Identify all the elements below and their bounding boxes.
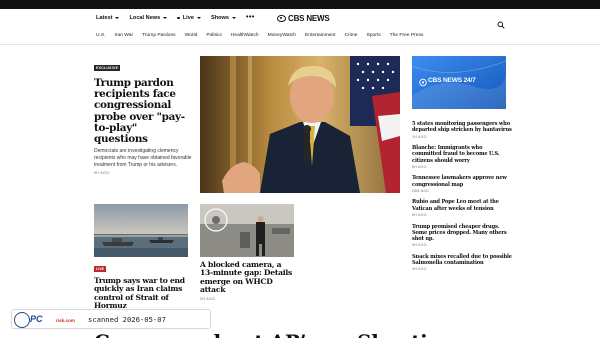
card-image[interactable] <box>200 204 294 257</box>
magnifier-icon <box>14 312 30 328</box>
subnav-moneywatch[interactable]: MoneyWatch <box>268 33 296 38</box>
subnav-sports[interactable]: Sports <box>367 33 381 38</box>
side-story-time: 25M AGO <box>412 188 430 193</box>
subnav-trump-pardons[interactable]: Trump Pardons <box>142 33 176 38</box>
top-black-bar <box>0 0 600 9</box>
chevron-down-icon <box>115 17 120 19</box>
nav-shows-label: Shows <box>210 15 229 21</box>
hero-photo <box>200 56 400 193</box>
side-story-title[interactable]: Tennessee lawmakers approve new congress… <box>412 175 512 187</box>
lead-headline[interactable]: Trump pardon recipients face congression… <box>94 77 194 145</box>
exclusive-badge: EXCLUSIVE <box>94 65 121 71</box>
header-divider <box>0 44 600 45</box>
list-item[interactable]: Trump promised cheaper drugs. Some price… <box>412 224 512 248</box>
logo-text: CBS NEWS <box>288 14 330 23</box>
topic-subnav: U.S. Iran War Trump Pardons World Politi… <box>96 33 423 38</box>
side-story-title[interactable]: Blanche: Immigrants who committed fraud … <box>412 145 512 164</box>
list-item[interactable]: Snack mixes recalled due to possible Sal… <box>412 254 512 272</box>
lead-story[interactable]: EXCLUSIVE Trump pardon recipients face c… <box>94 56 194 175</box>
ad-label: CBS NEWS 24/7 <box>428 77 476 84</box>
pcrisk-logo: PC <box>30 314 43 324</box>
nav-latest-label: Latest <box>96 15 113 21</box>
main-nav: Latest Local News Live Shows ••• <box>96 14 255 21</box>
subnav-healthwatch[interactable]: HealthWatch <box>231 33 259 38</box>
lead-timestamp: 9H AGO <box>94 171 110 176</box>
whcd-security-photo <box>200 204 294 257</box>
search-icon <box>497 21 505 29</box>
side-story-time: 5H AGO <box>412 164 427 169</box>
subnav-us[interactable]: U.S. <box>96 33 106 38</box>
story-card-iran-war[interactable]: LIVE Trump says war to end quickly as Ir… <box>94 204 188 317</box>
cbs-news-logo[interactable]: CBS NEWS <box>277 14 330 23</box>
chevron-down-icon <box>232 17 236 19</box>
side-story-list: 5 states monitoring passengers who depar… <box>412 121 512 278</box>
list-item[interactable]: 5 states monitoring passengers who depar… <box>412 121 512 139</box>
more-dots-icon[interactable]: ••• <box>246 14 255 21</box>
cbs-news-247-ad[interactable]: CBS NEWS 24/7 <box>412 56 506 109</box>
nav-shows[interactable]: Shows <box>211 15 236 21</box>
cbs-eye-icon <box>277 15 286 22</box>
side-story-title[interactable]: Rubio and Pope Leo meet at the Vatican a… <box>412 199 512 211</box>
section-headline-cut-off[interactable]: Coverage about AP’s on Shooting <box>94 330 455 338</box>
list-item[interactable]: Rubio and Pope Leo meet at the Vatican a… <box>412 199 512 217</box>
nav-live-label: Live <box>182 15 194 21</box>
nav-local-news[interactable]: Local News <box>129 15 168 21</box>
pcrisk-logo-suffix: risk.com <box>56 318 75 323</box>
card-headline[interactable]: A blocked camera, a 13-minute gap: Detai… <box>200 260 294 295</box>
live-badge: LIVE <box>94 266 106 272</box>
side-story-time: 1H AGO <box>412 134 427 139</box>
live-dot-icon <box>177 16 180 20</box>
strait-of-hormuz-photo <box>94 204 188 257</box>
site-header: Latest Local News Live Shows ••• CBS NEW… <box>0 9 600 31</box>
side-story-time: 4H AGO <box>412 267 427 272</box>
chevron-down-icon <box>196 17 201 19</box>
lead-description: Democrats are investigating clemency rec… <box>94 148 192 168</box>
subnav-iran-war[interactable]: Iran War <box>115 33 134 38</box>
side-story-title[interactable]: Snack mixes recalled due to possible Sal… <box>412 254 512 266</box>
hero-image[interactable] <box>200 56 400 193</box>
story-card-whcd[interactable]: A blocked camera, a 13-minute gap: Detai… <box>200 204 294 301</box>
nav-live[interactable]: Live <box>177 15 201 21</box>
card-timestamp: 2H AGO <box>200 296 216 301</box>
subnav-politics[interactable]: Politics <box>206 33 222 38</box>
pcrisk-scan-watermark: PC risk.com scanned 2026-05-07 <box>11 309 211 329</box>
side-story-time: 5H AGO <box>412 213 427 218</box>
subnav-entertainment[interactable]: Entertainment <box>305 33 335 38</box>
subnav-world[interactable]: World <box>185 33 198 38</box>
side-story-title[interactable]: Trump promised cheaper drugs. Some price… <box>412 224 512 243</box>
subnav-crime[interactable]: Crime <box>344 33 357 38</box>
list-item[interactable]: Tennessee lawmakers approve new congress… <box>412 175 512 193</box>
side-story-title[interactable]: 5 states monitoring passengers who depar… <box>412 121 512 133</box>
scan-date-text: scanned 2026-05-07 <box>88 315 166 324</box>
search-button[interactable] <box>497 16 505 29</box>
card-headline[interactable]: Trump says war to end quickly as Iran cl… <box>94 276 188 311</box>
card-image[interactable] <box>94 204 188 257</box>
list-item[interactable]: Blanche: Immigrants who committed fraud … <box>412 145 512 169</box>
side-story-time: 9H AGO <box>412 243 427 248</box>
chevron-down-icon <box>163 17 168 19</box>
subnav-free-press[interactable]: The Free Press <box>390 33 424 38</box>
nav-local-news-label: Local News <box>129 15 161 21</box>
nav-latest[interactable]: Latest <box>96 15 120 21</box>
